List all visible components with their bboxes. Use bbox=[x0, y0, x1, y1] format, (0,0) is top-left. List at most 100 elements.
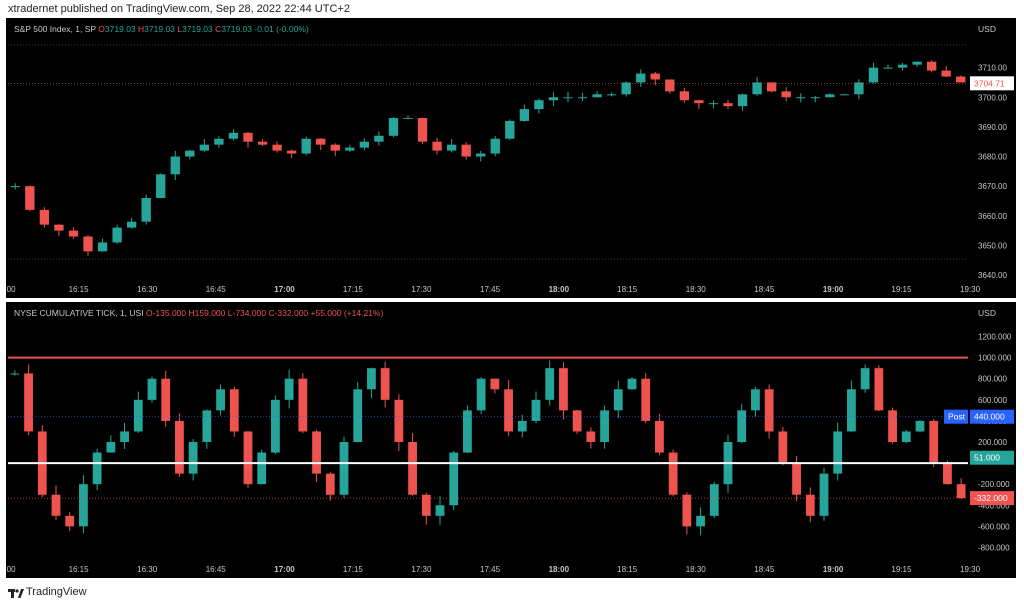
candle-body bbox=[534, 100, 544, 110]
y-tick-label: 3640.00 bbox=[978, 271, 1007, 280]
candle-body bbox=[781, 91, 791, 98]
candle-body bbox=[825, 94, 835, 98]
candle-body bbox=[403, 118, 413, 119]
candle-body bbox=[572, 410, 582, 432]
x-tick-label: 17:00 bbox=[274, 565, 295, 574]
y-tick-label: 600.000 bbox=[978, 396, 1007, 405]
x-tick-label: 17:15 bbox=[343, 285, 364, 294]
candle-body bbox=[243, 132, 253, 142]
candle-body bbox=[668, 452, 678, 495]
candle-body bbox=[216, 389, 225, 411]
tick-chart-svg[interactable]: 1200.0001000.000800.000600.000400.000200… bbox=[0, 302, 1016, 578]
candle-body bbox=[915, 420, 925, 432]
spx-price-chart[interactable]: 3710.00 3700.00 3690.00 3680.00 3670.00 3660.… bbox=[0, 18, 1016, 298]
y-tick-label: 3710.00 bbox=[978, 64, 1007, 73]
candle-body bbox=[505, 120, 515, 139]
candle-body bbox=[592, 94, 602, 98]
candle-body bbox=[345, 147, 355, 151]
candle-body bbox=[868, 67, 879, 83]
y-tick-label: -800.000 bbox=[978, 543, 1010, 552]
y-tick-label: 1000.000 bbox=[978, 354, 1012, 363]
candle-body bbox=[641, 378, 651, 421]
candle-body bbox=[10, 373, 20, 375]
spx-open-label: O bbox=[98, 24, 105, 34]
candle-body bbox=[490, 378, 500, 390]
candle-body bbox=[408, 442, 417, 495]
candle-body bbox=[519, 109, 530, 121]
footer-brand: TradingView bbox=[26, 586, 87, 598]
x-tick-label: 16:45 bbox=[206, 565, 227, 574]
spx-low: 3719.03 bbox=[182, 24, 213, 34]
candle-body bbox=[449, 452, 459, 506]
candle-body bbox=[764, 389, 774, 432]
candle-body bbox=[694, 100, 704, 104]
candle-body bbox=[325, 473, 335, 495]
candle-body bbox=[417, 118, 428, 142]
candle-body bbox=[394, 399, 404, 442]
candle-body bbox=[929, 420, 939, 464]
candle-body bbox=[10, 186, 20, 188]
candle-body bbox=[271, 399, 280, 453]
candle-body bbox=[737, 410, 747, 442]
candle-body bbox=[476, 153, 486, 157]
tick-legend: NYSE CUMULATIVE TICK, 1, USI O-135.000 H… bbox=[14, 308, 383, 318]
x-tick-label: 18:15 bbox=[617, 565, 638, 574]
x-tick-label: 16:15 bbox=[69, 285, 90, 294]
candle-body bbox=[627, 378, 637, 390]
candle-body bbox=[709, 484, 719, 516]
candle-body bbox=[559, 368, 568, 411]
candle-body bbox=[202, 410, 212, 442]
candle-body bbox=[161, 378, 171, 421]
candle-body bbox=[106, 442, 116, 453]
x-tick-label: 18:45 bbox=[754, 565, 775, 574]
x-tick-label: 17:00 bbox=[274, 285, 295, 294]
x-tick-label: 17:45 bbox=[480, 285, 501, 294]
spx-close: 3719.03 bbox=[221, 24, 252, 34]
candle-body bbox=[708, 103, 719, 105]
candle-body bbox=[563, 97, 573, 99]
candle-body bbox=[112, 227, 122, 243]
candle-body bbox=[606, 94, 617, 96]
candle-body bbox=[586, 431, 596, 442]
x-tick-label: 18:00 bbox=[549, 285, 570, 294]
candle-body bbox=[286, 150, 297, 154]
candle-body bbox=[901, 431, 911, 442]
candle-body bbox=[374, 135, 384, 142]
candle-body bbox=[665, 79, 675, 92]
candle-body bbox=[897, 64, 908, 68]
y-tick-label: 3690.00 bbox=[978, 123, 1007, 132]
x-tick-label: 19:30 bbox=[960, 285, 981, 294]
candle-body bbox=[228, 132, 239, 139]
candle-body bbox=[298, 378, 308, 432]
candle-body bbox=[68, 230, 79, 237]
tick-close: -332.000 bbox=[274, 308, 309, 318]
candle-body bbox=[874, 368, 884, 411]
candle-body bbox=[600, 410, 609, 442]
candle-body bbox=[92, 452, 102, 485]
y-tick-label: 3660.00 bbox=[978, 212, 1007, 221]
x-tick-label: 18:00 bbox=[549, 565, 570, 574]
candle-body bbox=[613, 389, 623, 411]
candle-body bbox=[330, 144, 340, 151]
candle-body bbox=[435, 505, 445, 516]
candle-body bbox=[65, 515, 75, 527]
x-tick-label: 16:15 bbox=[69, 565, 90, 574]
y-tick-label: 200.000 bbox=[978, 438, 1007, 447]
candle-body bbox=[737, 94, 748, 107]
y-tick-label: 1200.000 bbox=[978, 333, 1012, 342]
candle-body bbox=[133, 399, 143, 432]
spx-high: 3719.03 bbox=[144, 24, 175, 34]
candle-body bbox=[778, 431, 788, 464]
candle-body bbox=[188, 442, 198, 474]
candle-body bbox=[883, 67, 893, 69]
x-tick-label: 19:15 bbox=[891, 565, 912, 574]
candle-body bbox=[723, 103, 733, 107]
candle-body bbox=[141, 198, 151, 222]
candle-body bbox=[805, 494, 815, 516]
x-tick-label: 19:15 bbox=[891, 285, 912, 294]
candle-body bbox=[912, 61, 922, 65]
value-tag-label: 51.000 bbox=[974, 453, 1000, 463]
tick-chart[interactable]: 1200.0001000.000800.000600.000400.000200… bbox=[0, 302, 1016, 578]
spx-chart-svg[interactable]: 3710.00 3700.00 3690.00 3680.00 3670.00 3660.… bbox=[0, 18, 1016, 298]
tick-low: -734.000 bbox=[232, 308, 267, 318]
